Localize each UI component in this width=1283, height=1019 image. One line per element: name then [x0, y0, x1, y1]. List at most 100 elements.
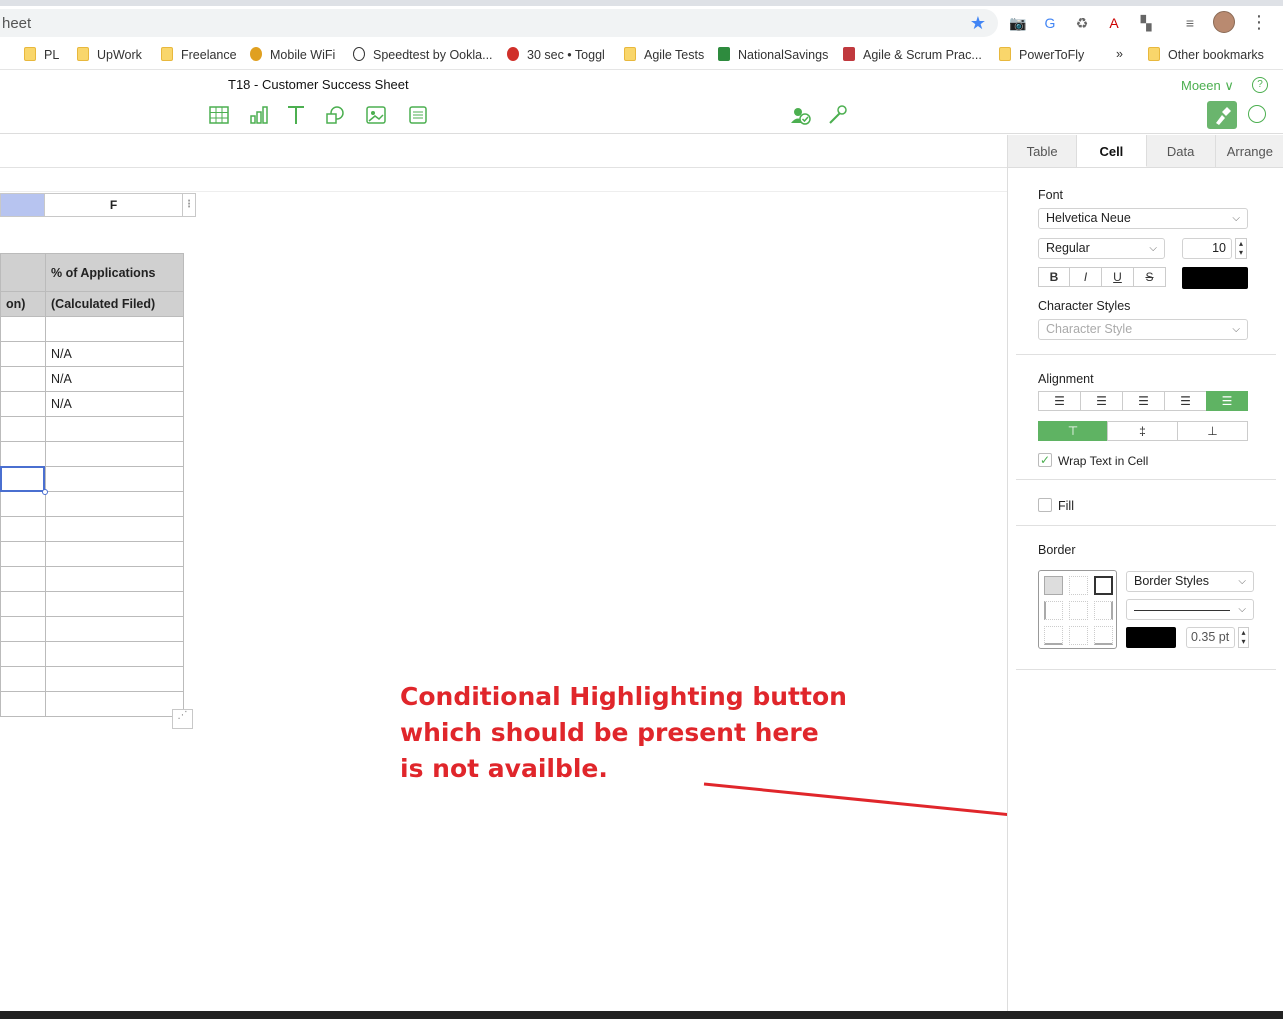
text-color-swatch[interactable]	[1182, 267, 1248, 289]
table-cell[interactable]	[45, 441, 184, 467]
table-cell[interactable]	[45, 566, 184, 592]
border-center-cell[interactable]	[1069, 601, 1088, 620]
header-cell[interactable]	[0, 253, 46, 292]
table-cell[interactable]	[0, 616, 46, 642]
user-menu[interactable]: Moeen ∨	[1181, 78, 1234, 94]
valign-bottom-button[interactable]: ⊥	[1177, 421, 1248, 441]
border-all-cell[interactable]	[1044, 576, 1063, 595]
border-bottom-left-cell[interactable]	[1044, 626, 1063, 645]
table-cell[interactable]	[45, 466, 184, 492]
justify-button[interactable]: ☰	[1164, 391, 1207, 411]
shape-icon[interactable]	[324, 105, 346, 125]
bookmark-item[interactable]: Freelance	[161, 47, 237, 62]
table-cell[interactable]	[0, 666, 46, 692]
pdf-extension-icon[interactable]: A	[1105, 14, 1123, 32]
browser-menu-icon[interactable]: ⋮	[1250, 12, 1268, 33]
bookmark-item[interactable]: Agile & Scrum Prac...	[843, 47, 982, 62]
border-bottom-center-cell[interactable]	[1069, 626, 1088, 645]
border-right-cell[interactable]	[1094, 601, 1113, 620]
character-style-select[interactable]: Character Style ⌵	[1038, 319, 1248, 340]
selected-cell[interactable]	[0, 466, 45, 492]
bookmark-item[interactable]: PL	[24, 47, 59, 62]
table-cell[interactable]	[0, 341, 46, 367]
table-cell[interactable]	[45, 541, 184, 567]
border-picker[interactable]	[1038, 570, 1117, 649]
translate-icon[interactable]: G	[1041, 14, 1059, 32]
table-cell[interactable]	[0, 391, 46, 417]
valign-top-button[interactable]: ⊤	[1038, 421, 1108, 441]
table-cell[interactable]	[0, 516, 46, 542]
address-bar[interactable]: heet ★	[0, 9, 998, 37]
font-family-select[interactable]: Helvetica Neue ⌵	[1038, 208, 1248, 229]
border-width-input[interactable]: 0.35 pt	[1186, 627, 1235, 648]
table-cell[interactable]	[45, 691, 184, 717]
bold-button[interactable]: B	[1038, 267, 1070, 287]
media-queue-icon[interactable]: ≡	[1181, 14, 1199, 32]
valign-middle-button[interactable]: ‡	[1107, 421, 1178, 441]
tab-data[interactable]: Data	[1147, 135, 1216, 167]
fill-checkbox[interactable]	[1038, 498, 1052, 512]
border-line-select[interactable]: ⌵	[1126, 599, 1254, 620]
table-cell[interactable]	[0, 416, 46, 442]
organize-icon[interactable]	[1248, 105, 1266, 123]
selection-handle[interactable]	[42, 489, 48, 495]
table-cell[interactable]	[45, 491, 184, 517]
column-header-e[interactable]	[0, 193, 45, 217]
comment-icon[interactable]	[407, 105, 429, 125]
font-weight-select[interactable]: Regular ⌵	[1038, 238, 1165, 259]
bookmark-item[interactable]: Agile Tests	[624, 47, 704, 62]
table-cell[interactable]	[0, 441, 46, 467]
table-cell[interactable]	[45, 616, 184, 642]
add-column-handle[interactable]: ⋮	[182, 193, 196, 217]
border-bottom-right-cell[interactable]	[1094, 626, 1113, 645]
align-left-button[interactable]: ☰	[1038, 391, 1081, 411]
chart-icon[interactable]	[248, 105, 270, 125]
tab-arrange[interactable]: Arrange	[1216, 135, 1283, 167]
italic-button[interactable]: I	[1069, 267, 1102, 287]
tab-table[interactable]: Table	[1008, 135, 1078, 167]
table-cell[interactable]	[0, 641, 46, 667]
table-cell[interactable]	[45, 641, 184, 667]
table-cell[interactable]	[45, 516, 184, 542]
align-center-button[interactable]: ☰	[1080, 391, 1123, 411]
bookmark-star-icon[interactable]: ★	[970, 13, 986, 34]
border-width-stepper[interactable]: ▴ ▾	[1238, 627, 1249, 648]
bookmark-item[interactable]: UpWork	[77, 47, 142, 62]
help-icon[interactable]: ?	[1252, 77, 1268, 93]
table-cell[interactable]	[0, 591, 46, 617]
table-cell[interactable]: N/A	[45, 391, 184, 417]
auto-align-button[interactable]: ☰	[1206, 391, 1248, 411]
format-button[interactable]	[1207, 101, 1237, 129]
strikethrough-button[interactable]: S	[1133, 267, 1166, 287]
font-size-stepper[interactable]: ▴ ▾	[1235, 238, 1247, 259]
wrench-icon[interactable]	[826, 105, 848, 125]
table-cell[interactable]	[0, 366, 46, 392]
table-cell[interactable]	[0, 491, 46, 517]
table-cell[interactable]: N/A	[45, 366, 184, 392]
header-cell[interactable]: % of Applications	[45, 253, 184, 292]
tab-cell[interactable]: Cell	[1077, 135, 1147, 167]
other-bookmarks[interactable]: Other bookmarks	[1148, 47, 1264, 62]
font-size-input[interactable]: 10	[1182, 238, 1232, 259]
header-cell[interactable]: on)	[0, 291, 46, 317]
wrap-text-checkbox[interactable]: ✓	[1038, 453, 1052, 467]
border-outer-cell[interactable]	[1094, 576, 1113, 595]
table-cell[interactable]	[45, 591, 184, 617]
bookmark-item[interactable]: PowerToFly	[999, 47, 1084, 62]
formula-bar[interactable]	[0, 135, 1007, 168]
border-color-swatch[interactable]	[1126, 627, 1176, 648]
bookmark-item[interactable]: 30 sec • Toggl	[507, 47, 605, 62]
camera-icon[interactable]: 📷	[1009, 14, 1027, 32]
table-cell[interactable]	[45, 666, 184, 692]
underline-button[interactable]: U	[1101, 267, 1134, 287]
bookmark-item[interactable]: NationalSavings	[718, 47, 828, 62]
table-cell[interactable]	[45, 416, 184, 442]
table-cell[interactable]: N/A	[45, 341, 184, 367]
table-cell[interactable]	[0, 691, 46, 717]
profile-avatar[interactable]	[1213, 11, 1235, 33]
table-cell[interactable]	[0, 316, 46, 342]
table-icon[interactable]	[208, 105, 230, 125]
collaborate-icon[interactable]	[789, 105, 811, 125]
table-cell[interactable]	[0, 566, 46, 592]
recycle-icon[interactable]: ♻	[1073, 14, 1091, 32]
